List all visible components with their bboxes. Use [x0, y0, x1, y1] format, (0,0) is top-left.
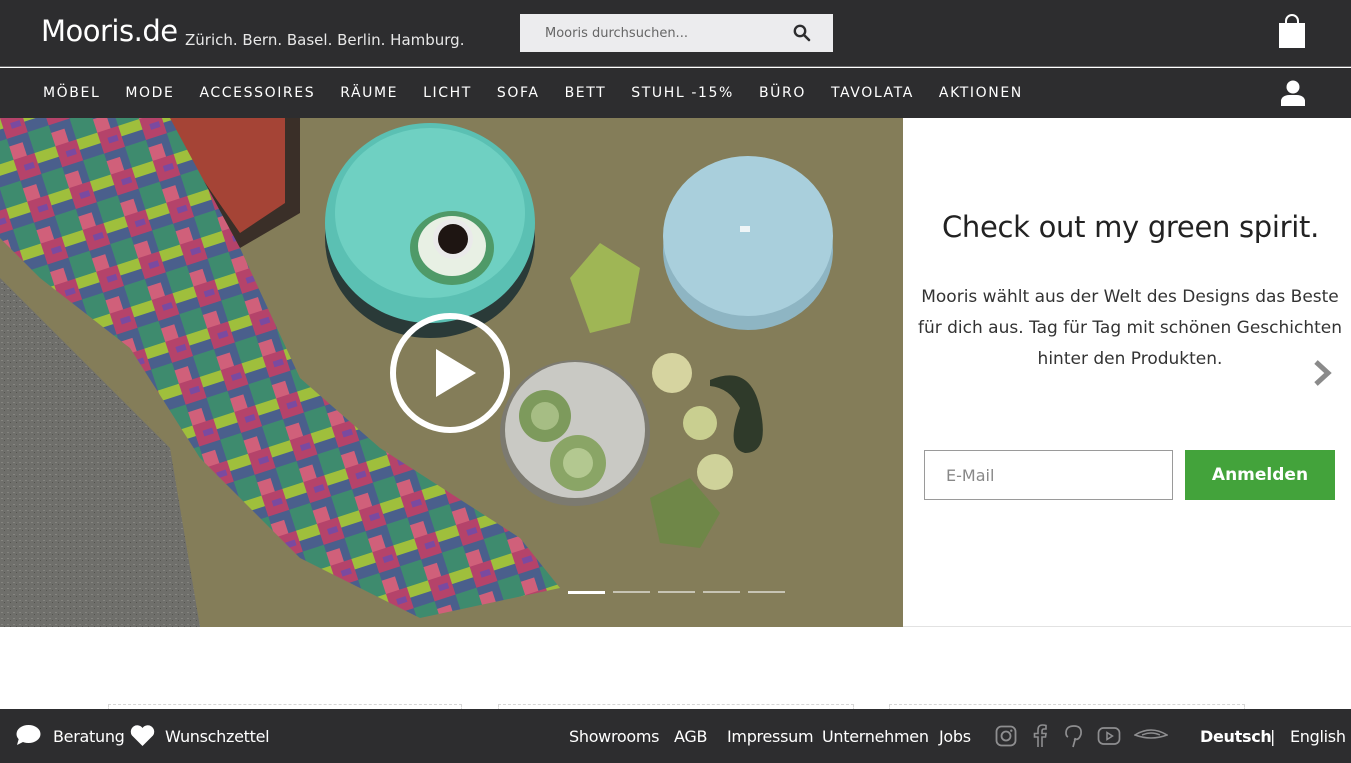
user-icon[interactable]: [1281, 80, 1305, 106]
slide-dot[interactable]: [658, 591, 695, 593]
footer-link-impressum[interactable]: Impressum: [727, 709, 814, 763]
nav-item-aktionen[interactable]: AKTIONEN: [939, 85, 1023, 101]
nav-item-accessoires[interactable]: ACCESSOIRES: [199, 85, 315, 101]
slide-dot[interactable]: [748, 591, 785, 593]
hero-video[interactable]: [0, 118, 903, 627]
nav-item-bett[interactable]: BETT: [565, 85, 607, 101]
slide-dot[interactable]: [703, 591, 740, 593]
footer-link-unternehmen[interactable]: Unternehmen: [822, 709, 929, 763]
search-input[interactable]: [520, 14, 780, 52]
slide-dot[interactable]: [613, 591, 650, 593]
wunschzettel-link[interactable]: Wunschzettel: [165, 709, 270, 763]
chat-icon[interactable]: [16, 724, 41, 746]
footer-link-agb[interactable]: AGB: [674, 709, 707, 763]
footer-link-jobs[interactable]: Jobs: [939, 709, 971, 763]
heart-icon[interactable]: [130, 725, 155, 747]
main-nav: MÖBEL MODE ACCESSOIRES RÄUME LICHT SOFA …: [0, 68, 1351, 118]
pinterest-icon[interactable]: [1064, 724, 1084, 748]
play-icon[interactable]: [388, 311, 512, 435]
youtube-icon[interactable]: [1097, 726, 1121, 746]
slide-dot[interactable]: [568, 591, 605, 594]
cities-tagline: Zürich. Bern. Basel. Berlin. Hamburg.: [185, 31, 465, 49]
nav-item-tavolata[interactable]: TAVOLATA: [831, 85, 914, 101]
nav-item-raeume[interactable]: RÄUME: [340, 85, 398, 101]
nav-item-mode[interactable]: MODE: [125, 85, 174, 101]
logo[interactable]: Mooris.de: [41, 14, 178, 48]
chevron-right-icon[interactable]: [1312, 360, 1332, 386]
promo-panel: Check out my green spirit. Mooris wählt …: [903, 118, 1351, 627]
search-box: [520, 14, 833, 52]
lang-english[interactable]: English: [1290, 709, 1346, 763]
nav-item-sofa[interactable]: SOFA: [497, 85, 540, 101]
nav-item-moebel[interactable]: MÖBEL: [43, 85, 100, 101]
lang-deutsch[interactable]: Deutsch: [1200, 709, 1272, 763]
nav-item-stuhl[interactable]: STUHL -15%: [631, 85, 734, 101]
nav-item-licht[interactable]: LICHT: [423, 85, 472, 101]
mooris-magazine-icon[interactable]: [1134, 728, 1168, 742]
footer-bar: Beratung Wunschzettel Showrooms AGB Impr…: [0, 709, 1351, 763]
beratung-link[interactable]: Beratung: [53, 709, 125, 763]
shopping-bag-icon[interactable]: [1279, 14, 1305, 48]
promo-title: Check out my green spirit.: [941, 210, 1320, 244]
nav-item-buero[interactable]: BÜRO: [759, 85, 806, 101]
top-header: Mooris.de Zürich. Bern. Basel. Berlin. H…: [0, 0, 1351, 67]
promo-text: Mooris wählt aus der Welt des Designs da…: [917, 287, 1343, 369]
lang-separator: |: [1270, 726, 1276, 746]
search-icon[interactable]: [793, 24, 811, 42]
facebook-icon[interactable]: [1033, 724, 1047, 748]
footer-link-showrooms[interactable]: Showrooms: [569, 709, 660, 763]
instagram-icon[interactable]: [995, 725, 1017, 747]
signup-button[interactable]: Anmelden: [1185, 450, 1335, 500]
email-field[interactable]: [924, 450, 1173, 500]
slide-indicators: [568, 591, 793, 594]
